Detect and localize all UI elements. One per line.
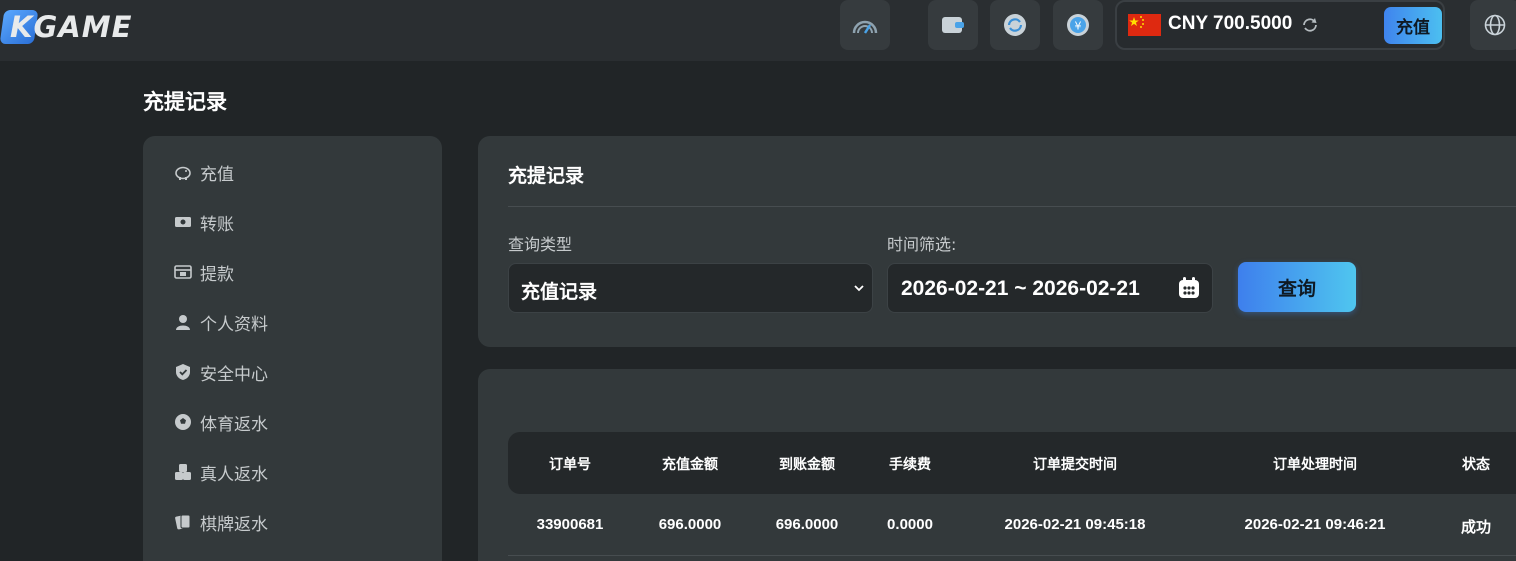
cards-icon bbox=[173, 512, 193, 532]
sidebar-item-label: 安全中心 bbox=[200, 364, 268, 385]
calendar-icon bbox=[1179, 277, 1199, 298]
date-range-value: 2026-02-21 ~ 2026-02-21 bbox=[901, 277, 1140, 300]
filter-panel: 充提记录 查询类型 充值记录 时间筛选: 2026-02-21 ~ 2026-0… bbox=[478, 136, 1516, 347]
soccer-ball-icon bbox=[173, 412, 193, 432]
balance-display: CNY 700.5000 bbox=[1168, 13, 1293, 34]
query-type-label: 查询类型 bbox=[508, 235, 573, 254]
sidebar-item-label: 体育返水 bbox=[200, 414, 268, 435]
status-cell: 成功 bbox=[1460, 519, 1492, 536]
records-table-panel: 订单号 充值金额 到账金额 手续费 订单提交时间 订单处理时间 状态 33900… bbox=[478, 369, 1516, 561]
column-header: 到账金额 bbox=[779, 457, 835, 473]
piggy-bank-icon bbox=[173, 162, 193, 182]
logo[interactable]: KGAME bbox=[0, 6, 162, 46]
wallet-icon bbox=[942, 17, 964, 33]
sidebar-item-live-rebate[interactable]: 真人返水 bbox=[173, 457, 423, 487]
speed-gauge-button[interactable] bbox=[840, 0, 890, 50]
process-time-cell: 2026-02-21 09:46:21 bbox=[1244, 516, 1386, 533]
sidebar-item-label: 棋牌返水 bbox=[200, 514, 268, 535]
page-title: 充提记录 bbox=[143, 90, 227, 114]
column-header: 状态 bbox=[1462, 457, 1490, 473]
sidebar-item-cards-rebate[interactable]: 棋牌返水 bbox=[173, 507, 423, 537]
china-flag-icon bbox=[1128, 14, 1161, 36]
table-row: 33900681 696.0000 696.0000 0.0000 2026-0… bbox=[508, 494, 1516, 556]
sidebar-item-label: 提款 bbox=[200, 264, 234, 285]
sidebar-item-profile[interactable]: 个人资料 bbox=[173, 307, 423, 337]
order-id-cell: 33900681 bbox=[536, 516, 604, 533]
deposit-button[interactable]: 充值 bbox=[1384, 7, 1442, 44]
deposit-amount-cell: 696.0000 bbox=[658, 516, 722, 533]
money-transfer-icon bbox=[173, 212, 193, 232]
fee-cell: 0.0000 bbox=[887, 516, 933, 533]
balance-refresh-icon[interactable] bbox=[1300, 15, 1320, 35]
svg-text:¥: ¥ bbox=[1075, 20, 1082, 33]
sidebar: 充值 转账 提款 个人资料 安全中心 体育返水 真人返水 棋牌返水 bbox=[143, 136, 442, 561]
column-header: 订单号 bbox=[549, 457, 591, 473]
refresh-icon bbox=[1004, 14, 1026, 36]
column-header: 订单处理时间 bbox=[1273, 457, 1357, 473]
yuan-coin-icon: ¥ bbox=[1067, 14, 1089, 36]
sidebar-item-deposit[interactable]: 充值 bbox=[173, 157, 423, 187]
dice-icon bbox=[173, 462, 193, 482]
sidebar-item-sports-rebate[interactable]: 体育返水 bbox=[173, 407, 423, 437]
refresh-button[interactable] bbox=[990, 0, 1040, 50]
logo-text: KGAME bbox=[10, 10, 133, 44]
withdraw-icon bbox=[173, 262, 193, 282]
top-bar: KGAME ¥ CNY 700.5000 充值 bbox=[0, 0, 1516, 61]
time-filter-label: 时间筛选: bbox=[887, 235, 957, 254]
speed-gauge-icon bbox=[852, 20, 878, 34]
column-header: 手续费 bbox=[889, 457, 931, 473]
sidebar-item-security[interactable]: 安全中心 bbox=[173, 357, 423, 387]
column-header: 充值金额 bbox=[662, 457, 718, 473]
sidebar-item-label: 转账 bbox=[200, 214, 234, 235]
date-range-picker[interactable]: 2026-02-21 ~ 2026-02-21 bbox=[887, 263, 1213, 313]
language-button[interactable] bbox=[1470, 0, 1516, 50]
chevron-down-icon bbox=[854, 285, 864, 292]
sidebar-item-label: 充值 bbox=[200, 164, 234, 185]
received-amount-cell: 696.0000 bbox=[775, 516, 839, 533]
sidebar-item-transfer[interactable]: 转账 bbox=[173, 207, 423, 237]
column-header: 订单提交时间 bbox=[1033, 457, 1117, 473]
submit-time-cell: 2026-02-21 09:45:18 bbox=[1004, 516, 1146, 533]
sidebar-item-label: 真人返水 bbox=[200, 464, 268, 485]
sidebar-item-label: 个人资料 bbox=[200, 314, 268, 335]
balance-widget: CNY 700.5000 充值 bbox=[1115, 0, 1445, 50]
query-type-value: 充值记录 bbox=[521, 281, 598, 303]
filter-panel-title: 充提记录 bbox=[508, 165, 585, 187]
query-type-select[interactable]: 充值记录 bbox=[508, 263, 873, 313]
globe-icon bbox=[1484, 14, 1506, 36]
divider bbox=[508, 206, 1516, 207]
wallet-button[interactable] bbox=[928, 0, 978, 50]
shield-icon bbox=[173, 362, 193, 382]
yuan-coin-button[interactable]: ¥ bbox=[1053, 0, 1103, 50]
sidebar-item-withdraw[interactable]: 提款 bbox=[173, 257, 423, 287]
user-icon bbox=[173, 312, 193, 332]
table-header: 订单号 充值金额 到账金额 手续费 订单提交时间 订单处理时间 状态 bbox=[508, 432, 1516, 494]
query-button[interactable]: 查询 bbox=[1238, 262, 1356, 312]
